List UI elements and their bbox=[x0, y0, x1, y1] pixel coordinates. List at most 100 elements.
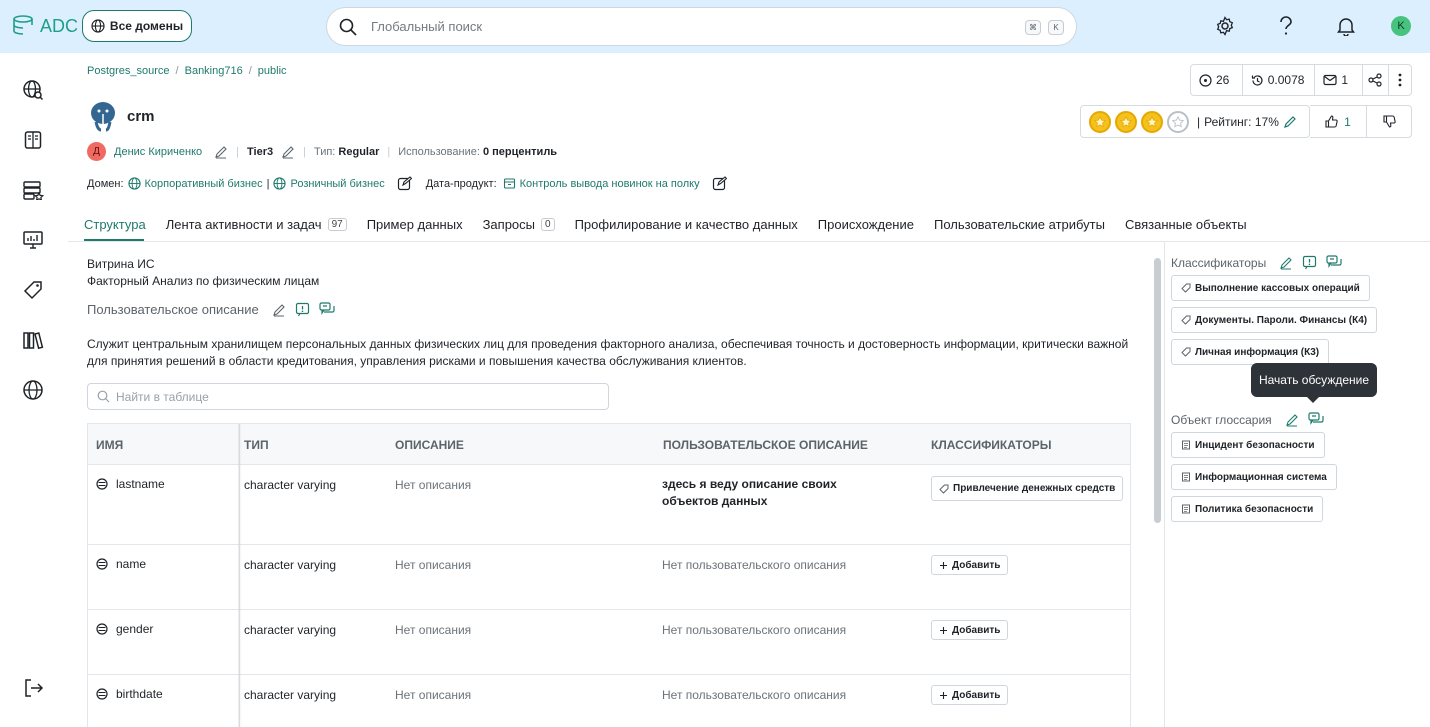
classifier-chip[interactable]: Выполнение кассовых операций bbox=[1171, 275, 1370, 301]
column-header-user-description[interactable]: ПОЛЬЗОВАТЕЛЬСКОЕ ОПИСАНИЕ bbox=[663, 438, 868, 452]
breadcrumb-separator: / bbox=[248, 65, 252, 77]
classifier-chip[interactable]: Документы. Пароли. Финансы (К4) bbox=[1171, 307, 1378, 333]
column-user-description[interactable]: Нет пользовательского описания bbox=[662, 688, 846, 702]
classifier-chip[interactable]: Личная информация (К3) bbox=[1171, 339, 1330, 365]
tab-bar: Структура Лента активности и задач 97 При… bbox=[84, 215, 1267, 233]
column-description[interactable]: Нет описания bbox=[395, 688, 471, 702]
column-name[interactable]: lastname bbox=[116, 477, 165, 491]
edit-pencil-icon bbox=[1280, 256, 1292, 269]
explore-globe-search-icon[interactable] bbox=[22, 79, 44, 101]
glossary-term-chip[interactable]: Информационная система bbox=[1171, 464, 1337, 490]
help-question-icon[interactable] bbox=[1275, 15, 1297, 37]
meta-divider: | bbox=[236, 145, 239, 158]
database-logo-icon bbox=[13, 15, 33, 35]
column-type: character varying bbox=[244, 623, 337, 637]
views-stat[interactable]: 26 bbox=[1191, 65, 1243, 95]
tab-sample-data[interactable]: Пример данных bbox=[367, 215, 463, 233]
column-header-classifiers[interactable]: КЛАССИФИКАТОРЫ bbox=[931, 438, 1051, 452]
monitor-chart-icon[interactable] bbox=[22, 229, 44, 251]
star-empty-icon[interactable] bbox=[1167, 110, 1189, 133]
glossary-term-chip[interactable]: Инцидент безопасности bbox=[1171, 432, 1325, 458]
tab-profiling[interactable]: Профилирование и качество данных bbox=[575, 215, 798, 233]
column-type: character varying bbox=[244, 688, 337, 702]
tab-label: Запросы bbox=[482, 216, 536, 232]
likes-count: 1 bbox=[1344, 114, 1351, 129]
add-classifier-button[interactable]: Добавить bbox=[931, 555, 1009, 575]
database-star-icon[interactable] bbox=[22, 179, 44, 201]
share-button[interactable] bbox=[1363, 65, 1390, 95]
book-icon[interactable] bbox=[22, 129, 44, 151]
tab-activity-feed[interactable]: Лента активности и задач 97 bbox=[166, 215, 347, 233]
user-avatar[interactable]: K bbox=[1391, 16, 1411, 36]
content-scrollbar[interactable] bbox=[1154, 258, 1161, 523]
more-menu-button[interactable] bbox=[1389, 65, 1411, 95]
tab-count-badge: 0 bbox=[541, 217, 555, 231]
breadcrumb-schema[interactable]: public bbox=[258, 65, 287, 77]
globe-icon[interactable] bbox=[22, 379, 44, 401]
column-header-name[interactable]: ИМЯ bbox=[96, 438, 123, 452]
conversation-icon bbox=[1326, 255, 1342, 268]
global-search-input[interactable]: Глобальный поиск bbox=[371, 19, 482, 34]
add-classifier-button[interactable]: Добавить bbox=[931, 685, 1009, 705]
user-description-text: Служит центральным хранилищем персональн… bbox=[87, 337, 1129, 368]
conversation-icon bbox=[1308, 412, 1324, 425]
dislike-button[interactable] bbox=[1366, 105, 1412, 138]
data-product-link[interactable]: Контроль вывода новинок на полку bbox=[520, 178, 700, 190]
logout-icon[interactable] bbox=[22, 677, 44, 699]
column-user-description[interactable]: Нет пользовательского описания bbox=[662, 623, 846, 637]
column-name-cell: name bbox=[96, 557, 146, 571]
tab-lineage[interactable]: Происхождение bbox=[818, 215, 914, 233]
share-icon bbox=[1368, 73, 1382, 87]
breadcrumb-source[interactable]: Postgres_source bbox=[87, 65, 170, 77]
tab-custom-attributes[interactable]: Пользовательские атрибуты bbox=[934, 215, 1105, 233]
star-icon[interactable] bbox=[1115, 110, 1137, 133]
column-user-description[interactable]: Нет пользовательского описания bbox=[662, 558, 846, 572]
table-search-input[interactable]: Найти в таблице bbox=[87, 383, 609, 410]
classifier-tag[interactable]: Привлечение денежных средств bbox=[931, 476, 1124, 501]
app-logo[interactable]: ADC bbox=[12, 14, 78, 38]
tab-queries[interactable]: Запросы 0 bbox=[483, 215, 555, 233]
star-icon[interactable] bbox=[1141, 110, 1163, 133]
star-icon[interactable] bbox=[1089, 110, 1111, 133]
column-description[interactable]: Нет описания bbox=[395, 623, 471, 637]
column-description[interactable]: Нет описания bbox=[395, 558, 471, 572]
all-domains-button[interactable]: Все домены bbox=[82, 10, 192, 42]
add-classifier-label: Добавить bbox=[952, 689, 1001, 701]
column-name-cell: birthdate bbox=[96, 687, 163, 701]
add-classifier-button[interactable]: Добавить bbox=[931, 620, 1009, 640]
like-button[interactable]: 1 bbox=[1310, 105, 1367, 138]
notifications-bell-icon[interactable] bbox=[1335, 15, 1357, 37]
breadcrumb-database[interactable]: Banking716 bbox=[185, 65, 243, 77]
cost-stat[interactable]: 0.0078 bbox=[1243, 65, 1316, 95]
classifier-tag-label: Привлечение денежных средств bbox=[953, 483, 1116, 494]
rate-pencil-icon bbox=[1283, 115, 1296, 128]
column-description[interactable]: Нет описания bbox=[395, 478, 471, 492]
glossary-term-label: Инцидент безопасности bbox=[1195, 439, 1315, 451]
edit-pencil-icon bbox=[1285, 413, 1298, 426]
request-task-icon bbox=[295, 302, 309, 317]
column-header-type[interactable]: ТИП bbox=[244, 438, 269, 452]
plus-icon bbox=[940, 691, 947, 699]
column-user-description[interactable]: здесь я веду описание своих объектов дан… bbox=[662, 476, 892, 510]
glossary-term-chip[interactable]: Политика безопасности bbox=[1171, 496, 1324, 522]
settings-gear-icon[interactable] bbox=[1214, 15, 1236, 37]
domain-link-retail[interactable]: Розничный бизнес bbox=[290, 178, 384, 190]
description-line: Витрина ИС bbox=[87, 257, 155, 271]
owner-link[interactable]: Денис Кириченко bbox=[114, 146, 202, 158]
active-tab-indicator bbox=[84, 239, 144, 241]
globe-icon bbox=[273, 177, 287, 190]
column-header-description[interactable]: ОПИСАНИЕ bbox=[395, 438, 464, 452]
library-icon[interactable] bbox=[22, 329, 44, 351]
column-name[interactable]: birthdate bbox=[116, 687, 163, 701]
column-name[interactable]: gender bbox=[116, 622, 153, 636]
messages-stat[interactable]: 1 bbox=[1315, 65, 1364, 95]
tab-label: Происхождение bbox=[817, 216, 914, 232]
global-search[interactable]: Глобальный поиск ⌘ K bbox=[326, 7, 1077, 46]
column-name[interactable]: name bbox=[116, 557, 146, 571]
domain-separator: | bbox=[266, 177, 270, 190]
tag-icon[interactable] bbox=[22, 279, 44, 301]
rating-label: Рейтинг: 17% bbox=[1204, 114, 1279, 129]
domain-link-corporate[interactable]: Корпоративный бизнес bbox=[145, 178, 263, 190]
tab-structure[interactable]: Структура bbox=[84, 215, 146, 233]
tab-related-objects[interactable]: Связанные объекты bbox=[1125, 215, 1247, 233]
